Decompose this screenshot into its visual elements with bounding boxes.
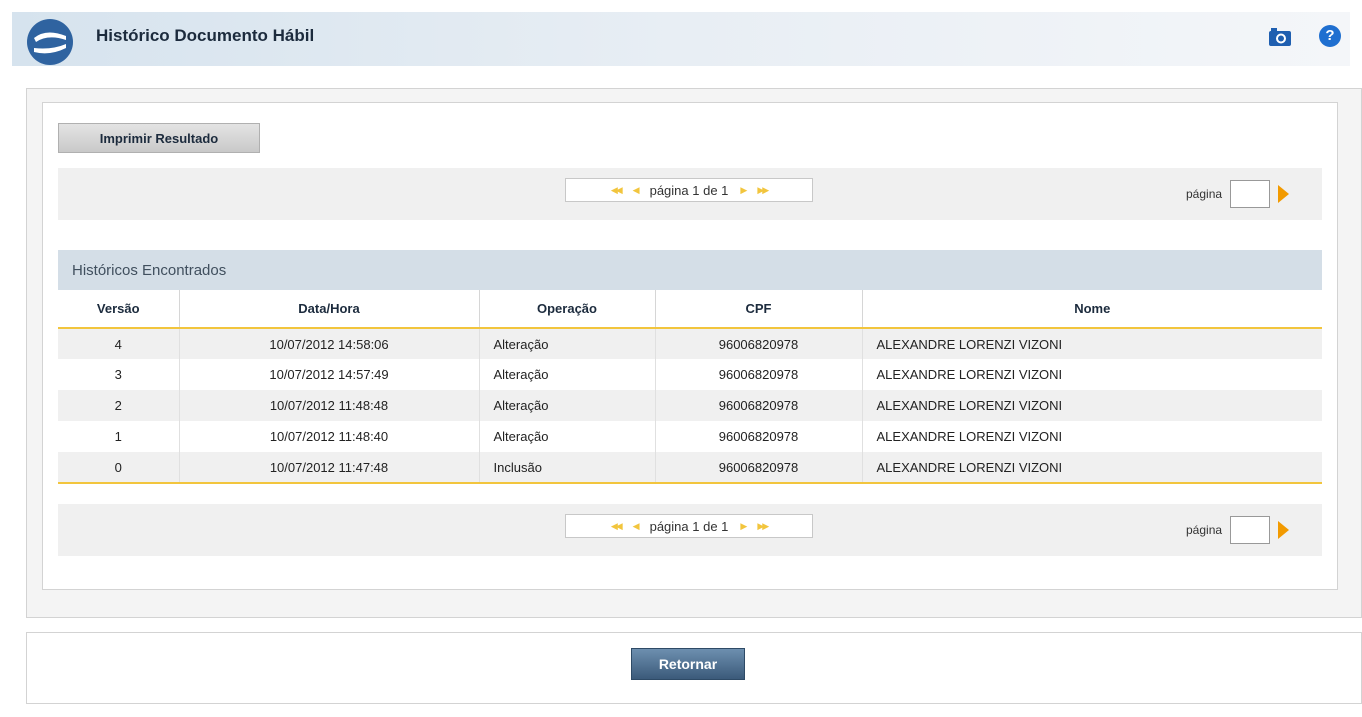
column-header[interactable]: Operação bbox=[479, 290, 656, 329]
go-arrow-icon[interactable] bbox=[1278, 185, 1290, 203]
prev-page-icon[interactable]: ◀ bbox=[633, 185, 640, 196]
table-row[interactable]: 4 10/07/2012 14:58:06 Alteração 96006820… bbox=[58, 328, 1322, 359]
cell-datahora: 10/07/2012 14:57:49 bbox=[179, 359, 480, 390]
cell-nome: ALEXANDRE LORENZI VIZONI bbox=[862, 421, 1322, 452]
history-table: Versão Data/Hora Operação CPF Nome 4 10/… bbox=[58, 290, 1322, 484]
cell-nome: ALEXANDRE LORENZI VIZONI bbox=[862, 390, 1322, 421]
cell-operacao: Alteração bbox=[479, 328, 656, 359]
cell-datahora: 10/07/2012 11:47:48 bbox=[179, 452, 480, 484]
page-header: Histórico Documento Hábil ? bbox=[12, 12, 1350, 66]
cell-datahora: 10/07/2012 11:48:40 bbox=[179, 421, 480, 452]
first-page-icon[interactable]: ◀◀ bbox=[611, 185, 623, 196]
page-title: Histórico Documento Hábil bbox=[96, 26, 315, 45]
table-row[interactable]: 3 10/07/2012 14:57:49 Alteração 96006820… bbox=[58, 359, 1322, 390]
next-page-icon[interactable]: ▶ bbox=[740, 521, 747, 532]
column-header[interactable]: CPF bbox=[655, 290, 863, 329]
cell-datahora: 10/07/2012 11:48:48 bbox=[179, 390, 480, 421]
back-button[interactable]: Retornar bbox=[631, 648, 745, 680]
cell-cpf: 96006820978 bbox=[655, 452, 863, 484]
page-jump-input[interactable] bbox=[1230, 516, 1271, 544]
pager-top: ◀◀ ◀ página 1 de 1 ▶ ▶▶ bbox=[565, 178, 813, 202]
page-jump-input[interactable] bbox=[1230, 180, 1271, 208]
cell-nome: ALEXANDRE LORENZI VIZONI bbox=[862, 452, 1322, 484]
last-page-icon[interactable]: ▶▶ bbox=[757, 185, 769, 196]
camera-icon[interactable] bbox=[1268, 27, 1292, 47]
table-row[interactable]: 0 10/07/2012 11:47:48 Inclusão 960068209… bbox=[58, 452, 1322, 484]
pager-bottom: ◀◀ ◀ página 1 de 1 ▶ ▶▶ bbox=[565, 514, 813, 538]
cell-cpf: 96006820978 bbox=[655, 390, 863, 421]
cell-versao: 1 bbox=[58, 421, 180, 452]
help-icon[interactable]: ? bbox=[1319, 25, 1341, 47]
table-header-row: Versão Data/Hora Operação CPF Nome bbox=[58, 290, 1322, 329]
siafi-logo-icon bbox=[27, 19, 73, 65]
table-row[interactable]: 2 10/07/2012 11:48:48 Alteração 96006820… bbox=[58, 390, 1322, 421]
table-row[interactable]: 1 10/07/2012 11:48:40 Alteração 96006820… bbox=[58, 421, 1322, 452]
next-page-icon[interactable]: ▶ bbox=[740, 185, 747, 196]
page-jump-label: página bbox=[1186, 187, 1223, 201]
cell-nome: ALEXANDRE LORENZI VIZONI bbox=[862, 328, 1322, 359]
print-result-button[interactable]: Imprimir Resultado bbox=[58, 123, 260, 153]
last-page-icon[interactable]: ▶▶ bbox=[757, 521, 769, 532]
first-page-icon[interactable]: ◀◀ bbox=[611, 521, 623, 532]
cell-operacao: Alteração bbox=[479, 421, 656, 452]
column-header[interactable]: Data/Hora bbox=[179, 290, 480, 329]
cell-cpf: 96006820978 bbox=[655, 328, 863, 359]
column-header[interactable]: Versão bbox=[58, 290, 180, 329]
cell-nome: ALEXANDRE LORENZI VIZONI bbox=[862, 359, 1322, 390]
page-info: página 1 de 1 bbox=[649, 518, 729, 534]
page-jump-label: página bbox=[1186, 523, 1223, 537]
page-jump-top: página bbox=[1186, 180, 1290, 208]
cell-datahora: 10/07/2012 14:58:06 bbox=[179, 328, 480, 359]
prev-page-icon[interactable]: ◀ bbox=[633, 521, 640, 532]
table-title: Históricos Encontrados bbox=[58, 250, 1322, 290]
cell-versao: 0 bbox=[58, 452, 180, 484]
cell-versao: 4 bbox=[58, 328, 180, 359]
page-info: página 1 de 1 bbox=[649, 182, 729, 198]
cell-operacao: Inclusão bbox=[479, 452, 656, 484]
cell-versao: 2 bbox=[58, 390, 180, 421]
cell-versao: 3 bbox=[58, 359, 180, 390]
cell-cpf: 96006820978 bbox=[655, 421, 863, 452]
cell-cpf: 96006820978 bbox=[655, 359, 863, 390]
cell-operacao: Alteração bbox=[479, 390, 656, 421]
column-header[interactable]: Nome bbox=[862, 290, 1322, 329]
cell-operacao: Alteração bbox=[479, 359, 656, 390]
go-arrow-icon[interactable] bbox=[1278, 521, 1290, 539]
page-jump-bottom: página bbox=[1186, 516, 1290, 544]
